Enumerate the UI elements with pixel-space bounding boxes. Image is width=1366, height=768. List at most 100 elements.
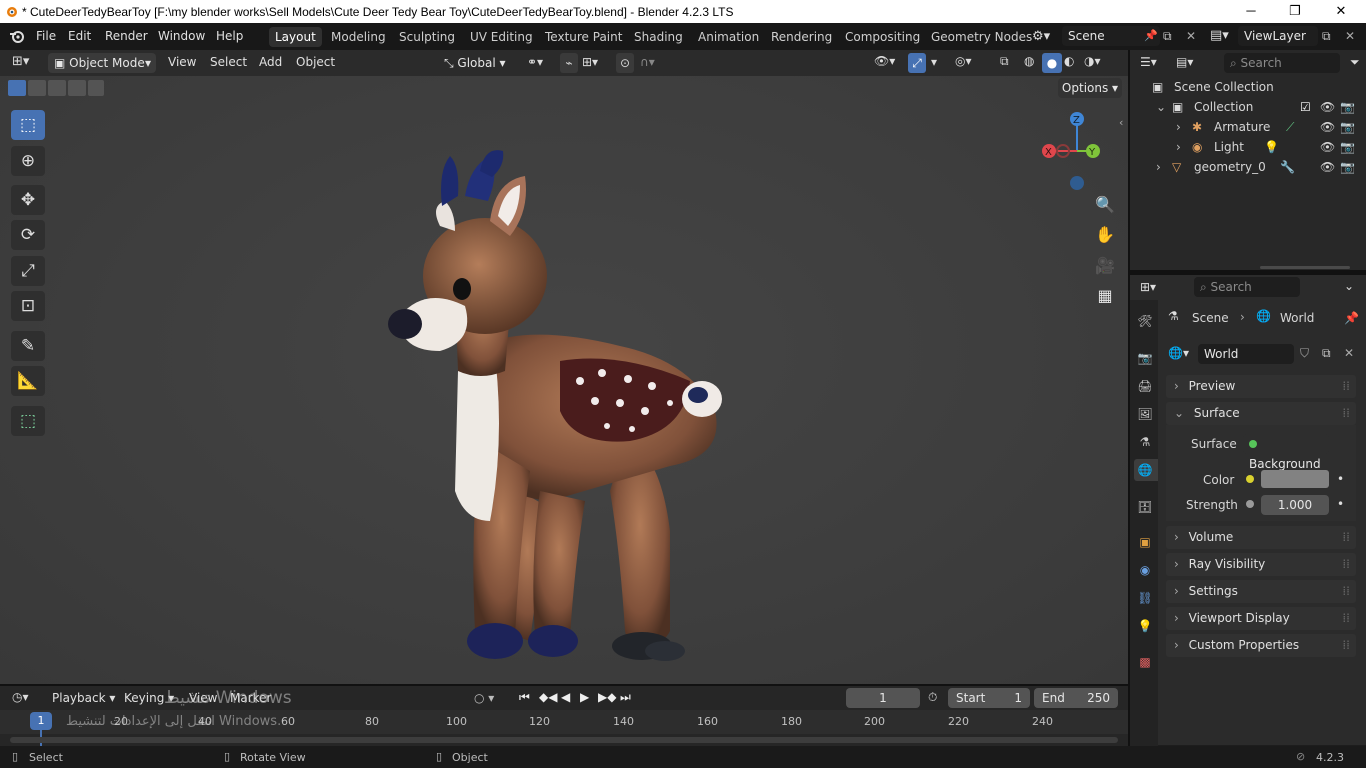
drag-handle-icon[interactable]: ⁞⁞ (1342, 607, 1350, 630)
proportional-edit-icon[interactable]: ⊙ (616, 53, 634, 73)
menu-file[interactable]: File (36, 29, 56, 43)
drag-handle-icon[interactable]: ⁞⁞ (1342, 402, 1350, 425)
eye-icon[interactable]: 👁 (1320, 97, 1335, 117)
tab-layout[interactable]: Layout (269, 27, 322, 47)
jump-start-icon[interactable]: ⏮ (519, 690, 530, 705)
chevron-right-icon[interactable]: › (1176, 137, 1181, 157)
wireframe-shading-icon[interactable]: ◍ (1024, 54, 1034, 68)
visibility-icon[interactable]: 👁▾ (874, 54, 895, 68)
tab-texture-paint[interactable]: Texture Paint (539, 27, 628, 47)
gizmo-toggle-icon[interactable]: ⤢ (908, 53, 926, 73)
constraints-tab-icon[interactable]: ⛓ (1137, 590, 1153, 606)
tab-uv-editing[interactable]: UV Editing (464, 27, 539, 47)
eye-icon[interactable]: 👁 (1320, 137, 1335, 157)
current-frame-field[interactable]: 1 (846, 688, 920, 708)
select-box-tool-icon[interactable]: ⬚ (11, 110, 45, 140)
eye-icon[interactable]: 👁 (1320, 117, 1335, 137)
drag-handle-icon[interactable]: ⁞⁞ (1342, 526, 1350, 549)
drag-handle-icon[interactable]: ⁞⁞ (1342, 634, 1350, 657)
outliner-row-scene-collection[interactable]: ▣ Scene Collection (1130, 77, 1366, 97)
surface-shader-selector[interactable]: Background (1243, 434, 1329, 471)
display-mode-icon[interactable]: ▤▾ (1176, 55, 1193, 69)
view-layer-tab-icon[interactable]: 🖼 (1137, 406, 1153, 422)
gizmo-dropdown-icon[interactable]: ▾ (931, 55, 937, 69)
falloff-icon[interactable]: ∩▾ (640, 55, 655, 69)
deer-toy-model[interactable] (370, 111, 750, 671)
view-layer-name-field[interactable]: ViewLayer (1238, 26, 1318, 46)
material-shading-icon[interactable]: ◐ (1064, 54, 1074, 68)
delete-scene-icon[interactable]: ✕ (1186, 29, 1196, 43)
menu-edit[interactable]: Edit (68, 29, 91, 43)
output-tab-icon[interactable]: 🖨 (1137, 378, 1153, 394)
select-invert-icon[interactable] (68, 80, 86, 96)
maximize-button[interactable]: ❐ (1272, 0, 1318, 23)
menu-render[interactable]: Render (105, 29, 148, 43)
camera-icon[interactable]: 📷 (1340, 117, 1355, 137)
delete-view-layer-icon[interactable]: ✕ (1345, 29, 1355, 43)
color-swatch[interactable] (1261, 470, 1329, 488)
properties-search-input[interactable]: ⌕ Search (1194, 277, 1300, 297)
rendered-shading-icon[interactable]: ◑▾ (1084, 54, 1101, 68)
select-new-icon[interactable] (8, 80, 26, 96)
panel-viewport-display[interactable]: › Viewport Display ⁞⁞ (1166, 607, 1356, 630)
pin-icon[interactable]: 📌 (1344, 311, 1359, 325)
tab-geometry-nodes[interactable]: Geometry Nodes (925, 27, 1038, 47)
camera-icon[interactable]: 📷 (1340, 137, 1355, 157)
3d-viewport[interactable]: ⬚ ⊕ ✥ ⟳ ⤢ ⊡ ✎ 📐 ⬚ Options ▾ ‹ Z X Y 🔍 ✋ … (0, 76, 1128, 684)
checkbox-icon[interactable]: ☑ (1300, 97, 1311, 117)
drag-handle-icon[interactable]: ⁞⁞ (1342, 580, 1350, 603)
panel-preview[interactable]: › Preview ⁞⁞ (1166, 375, 1356, 398)
outliner-row-armature[interactable]: › ✱ Armature ⟋ 👁 📷 (1130, 117, 1366, 137)
breadcrumb-world[interactable]: World (1280, 311, 1314, 325)
tab-rendering[interactable]: Rendering (765, 27, 838, 47)
physics-tab-icon[interactable]: ◉ (1137, 562, 1153, 578)
menu-help[interactable]: Help (216, 29, 243, 43)
start-frame-field[interactable]: Start 1 (948, 688, 1030, 708)
texture-tab-icon[interactable]: ▩ (1137, 654, 1153, 670)
scale-tool-icon[interactable]: ⤢ (11, 256, 45, 286)
outliner-editor-type-icon[interactable]: ☰▾ (1140, 55, 1157, 69)
bone-data-icon[interactable]: ⟋ (1286, 117, 1294, 137)
transform-orientation-dropdown[interactable]: ⤡ Global ▾ (440, 53, 518, 73)
world-browse-icon[interactable]: 🌐▾ (1168, 346, 1189, 360)
blender-menu-icon[interactable] (9, 28, 25, 44)
scene-selector-icon[interactable]: ⚙▾ (1032, 27, 1060, 47)
world-name-field[interactable]: World (1198, 344, 1294, 364)
zoom-icon[interactable]: 🔍 (1092, 192, 1118, 218)
cursor-tool-icon[interactable]: ⊕ (11, 146, 45, 176)
annotate-tool-icon[interactable]: ✎ (11, 331, 45, 361)
panel-volume[interactable]: › Volume ⁞⁞ (1166, 526, 1356, 549)
end-frame-field[interactable]: End 250 (1034, 688, 1118, 708)
timeline-editor-type-icon[interactable]: ◷▾ (12, 690, 29, 704)
panel-custom-properties[interactable]: › Custom Properties ⁞⁞ (1166, 634, 1356, 657)
light-data-icon[interactable]: 💡 (1264, 137, 1279, 157)
tab-animation[interactable]: Animation (692, 27, 765, 47)
color-socket-icon[interactable] (1246, 475, 1254, 483)
select-extend-icon[interactable] (28, 80, 46, 96)
strength-field[interactable]: 1.000 (1261, 495, 1329, 515)
rotate-tool-icon[interactable]: ⟳ (11, 220, 45, 250)
panel-ray-visibility[interactable]: › Ray Visibility ⁞⁞ (1166, 553, 1356, 576)
editor-type-icon[interactable]: ⊞▾ (12, 54, 29, 69)
outliner-scrollbar[interactable] (1260, 266, 1350, 269)
menu-window[interactable]: Window (158, 29, 205, 43)
camera-icon[interactable]: 📷 (1340, 157, 1355, 177)
menu-view[interactable]: View (168, 55, 196, 69)
select-subtract-icon[interactable] (48, 80, 66, 96)
pin-icon[interactable]: 📌 (1144, 29, 1158, 42)
pan-hand-icon[interactable]: ✋ (1092, 222, 1118, 248)
panel-settings[interactable]: › Settings ⁞⁞ (1166, 580, 1356, 603)
outliner-row-collection[interactable]: ⌄ ▣ Collection ☑ 👁 📷 (1130, 97, 1366, 117)
menu-playback[interactable]: Playback ▾ (52, 691, 115, 705)
new-view-layer-icon[interactable]: ⧉ (1322, 29, 1331, 44)
perspective-grid-icon[interactable]: ▦ (1092, 283, 1118, 309)
navigation-gizmo[interactable]: Z X Y (1036, 108, 1120, 192)
xray-toggle-icon[interactable]: ⧉ (1000, 54, 1009, 69)
tab-sculpting[interactable]: Sculpting (393, 27, 461, 47)
move-tool-icon[interactable]: ✥ (11, 185, 45, 215)
transform-tool-icon[interactable]: ⊡ (11, 291, 45, 321)
menu-select[interactable]: Select (210, 55, 247, 69)
panel-surface[interactable]: ⌄ Surface ⁞⁞ (1166, 402, 1356, 425)
camera-icon[interactable]: 📷 (1340, 97, 1355, 117)
properties-options-icon[interactable]: ⌄ (1344, 279, 1354, 293)
